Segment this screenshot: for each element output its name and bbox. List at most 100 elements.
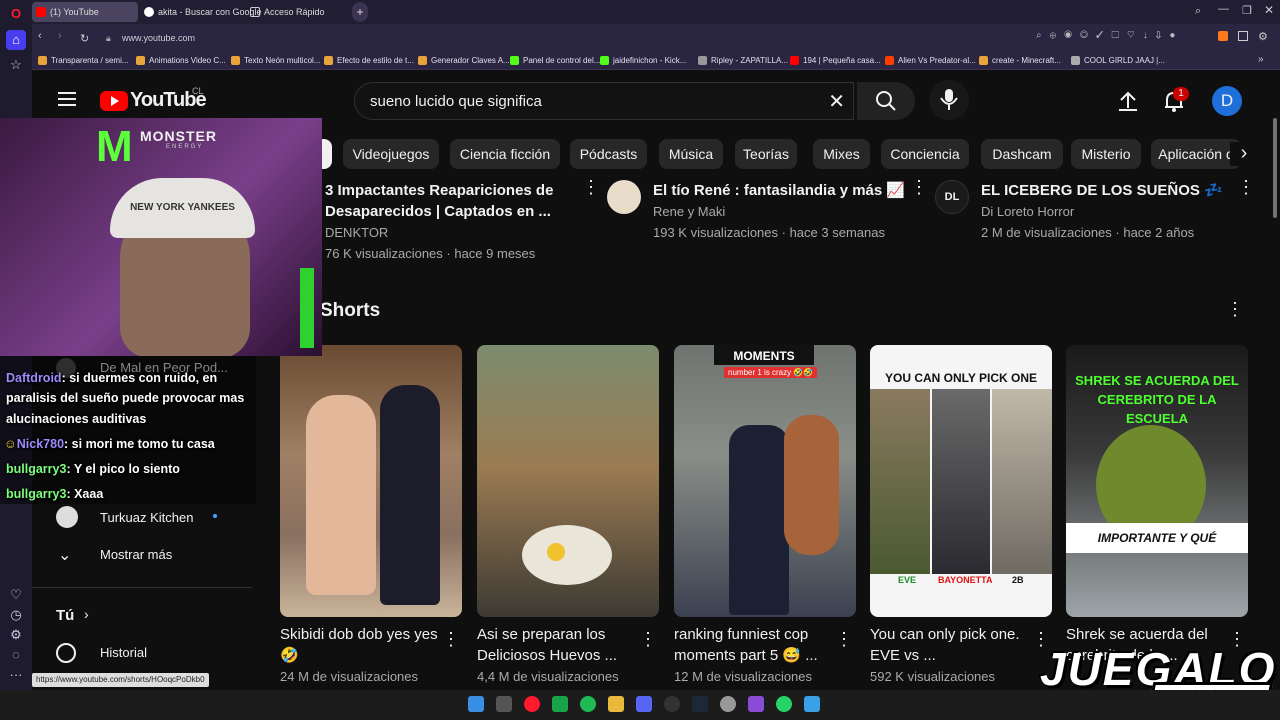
address-toolbar-icons[interactable]: ⌕⊕◉◎✓☐♡↓⇩● xyxy=(1036,30,1196,44)
whatsapp-icon[interactable] xyxy=(776,696,792,712)
short-thumbnail[interactable] xyxy=(477,345,659,617)
bookmark-item[interactable]: COOL GIRLD JAAJ |... xyxy=(1071,54,1165,67)
chip-6[interactable]: Mixes xyxy=(813,139,870,169)
bookmark-item[interactable]: Panel de control del... xyxy=(510,54,600,67)
settings-icon[interactable]: ⚙ xyxy=(6,625,26,645)
bookmark-item[interactable]: create - Minecraft... xyxy=(979,54,1061,67)
short-thumbnail[interactable] xyxy=(280,345,462,617)
video-more-icon[interactable]: ⋮ xyxy=(910,178,928,196)
account-avatar[interactable]: D xyxy=(1212,86,1242,116)
short-title[interactable]: Asi se preparan los Deliciosos Huevos ..… xyxy=(477,624,637,666)
bookmark-item[interactable]: Texto Neón multicol... xyxy=(231,54,320,67)
create-upload-icon[interactable] xyxy=(1116,89,1140,113)
sidebar-history[interactable]: Historial xyxy=(100,645,147,660)
chip-1[interactable]: Videojuegos xyxy=(343,139,439,169)
short-more-icon[interactable]: ⋮ xyxy=(1032,630,1050,648)
tab-youtube[interactable]: (1) YouTube xyxy=(32,2,138,22)
star-icon[interactable]: ☆ xyxy=(6,55,26,75)
notepad-icon[interactable] xyxy=(804,696,820,712)
bookmark-item[interactable]: jaidefinichon - Kick... xyxy=(600,54,686,67)
video-channel[interactable]: Rene y Maki xyxy=(653,201,913,222)
chip-10[interactable]: Aplicación d xyxy=(1151,139,1241,169)
chip-4[interactable]: Música xyxy=(659,139,723,169)
short-more-icon[interactable]: ⋮ xyxy=(639,630,657,648)
easy-setup-icon[interactable]: ⚙ xyxy=(1258,30,1268,43)
short-thumbnail[interactable]: YOU CAN ONLY PICK ONE EVE BAYONETTA 2B xyxy=(870,345,1052,617)
app-icon[interactable] xyxy=(720,696,736,712)
app-icon[interactable] xyxy=(748,696,764,712)
extension-icon[interactable] xyxy=(1218,31,1228,41)
spotify-icon[interactable] xyxy=(580,696,596,712)
url-field[interactable]: 🔒︎ www.youtube.com xyxy=(60,28,1020,48)
heart-icon[interactable]: ♡ xyxy=(6,585,26,605)
short-title[interactable]: ranking funniest cop moments part 5 😅 ..… xyxy=(674,624,834,666)
channel-avatar[interactable] xyxy=(56,506,78,528)
youtube-logo-icon[interactable] xyxy=(100,91,128,111)
new-tab-button[interactable]: + xyxy=(352,2,368,22)
video-more-icon[interactable]: ⋮ xyxy=(582,178,600,196)
short-title[interactable]: Skibidi dob dob yes yes🤣 xyxy=(280,624,440,666)
close-window-icon[interactable]: ✕ xyxy=(1264,3,1274,17)
video-title[interactable]: El tío René : fantasilandia y más 📈 xyxy=(653,180,913,201)
short-more-icon[interactable]: ⋮ xyxy=(442,630,460,648)
more-icon[interactable]: ··· xyxy=(6,665,26,685)
voice-search-button[interactable] xyxy=(929,80,969,120)
video-card-2[interactable]: El tío René : fantasilandia y más 📈 Rene… xyxy=(653,180,913,243)
bookmark-item[interactable]: Efecto de estilo de t... xyxy=(324,54,414,67)
back-icon[interactable]: ‹ xyxy=(38,30,42,42)
bookmark-item[interactable]: Ripley - ZAPATILLA... xyxy=(698,54,788,67)
show-more-button[interactable]: Mostrar más xyxy=(100,547,172,562)
chevron-right-icon[interactable]: › xyxy=(84,606,89,622)
you-section-title[interactable]: Tú xyxy=(56,607,74,624)
chip-7[interactable]: Conciencia xyxy=(881,139,969,169)
video-title[interactable]: 3 Impactantes Reapariciones de Desaparec… xyxy=(325,180,555,222)
page-scrollbar[interactable] xyxy=(1273,118,1277,218)
shorts-more-icon[interactable]: ⋮ xyxy=(1226,300,1244,318)
menu-icon[interactable] xyxy=(58,92,76,106)
bulb-icon[interactable]: ◌ xyxy=(6,645,26,665)
discord-icon[interactable] xyxy=(636,696,652,712)
snapshot-icon[interactable] xyxy=(1238,31,1248,41)
chip-3[interactable]: Pódcasts xyxy=(570,139,647,169)
steam-icon[interactable] xyxy=(692,696,708,712)
chip-5[interactable]: Teorías xyxy=(735,139,797,169)
short-thumbnail[interactable]: SHREK SE ACUERDA DEL CEREBRITO DE LA ESC… xyxy=(1066,345,1248,617)
xbox-icon[interactable] xyxy=(552,696,568,712)
bookmark-item[interactable]: Alien Vs Predator-al... xyxy=(885,54,976,67)
video-card-1[interactable]: 3 Impactantes Reapariciones de Desaparec… xyxy=(325,180,555,264)
obs-icon[interactable] xyxy=(664,696,680,712)
video-more-icon[interactable]: ⋮ xyxy=(1237,178,1255,196)
search-button[interactable] xyxy=(857,82,915,120)
bookmark-item[interactable]: Animations Video C... xyxy=(136,54,226,67)
channel-avatar[interactable] xyxy=(607,180,641,214)
clear-search-icon[interactable]: ✕ xyxy=(828,89,845,114)
opera-logo-icon[interactable]: O xyxy=(6,4,26,24)
chip-8[interactable]: Dashcam xyxy=(981,139,1063,169)
search-tabs-icon[interactable]: ⌕ xyxy=(1195,5,1201,18)
short-more-icon[interactable]: ⋮ xyxy=(835,630,853,648)
history-icon[interactable] xyxy=(56,643,76,663)
channel-avatar[interactable]: DL xyxy=(935,180,969,214)
chips-next-icon[interactable]: › xyxy=(1230,142,1258,166)
chip-9[interactable]: Misterio xyxy=(1071,139,1141,169)
minimize-icon[interactable]: — xyxy=(1218,3,1229,15)
bookmark-item[interactable]: Generador Claves A... xyxy=(418,54,510,67)
maximize-icon[interactable]: ❐ xyxy=(1242,4,1252,17)
opera-taskbar-icon[interactable] xyxy=(524,696,540,712)
bookmark-item[interactable]: 194 | Pequeña casa... xyxy=(790,54,881,67)
video-title[interactable]: EL ICEBERG DE LOS SUEÑOS 💤 xyxy=(981,180,1231,201)
video-channel[interactable]: Di Loreto Horror xyxy=(981,201,1231,222)
bookmark-item[interactable]: Transparenta / semi... xyxy=(38,54,129,67)
tab-quick-access[interactable]: Acceso Rápido xyxy=(246,2,346,22)
task-view-icon[interactable] xyxy=(496,696,512,712)
sidebar-sub-item[interactable]: Turkuaz Kitchen xyxy=(100,510,193,525)
chevron-down-icon[interactable]: ⌄ xyxy=(58,545,71,565)
history-icon[interactable]: ◷ xyxy=(6,605,26,625)
video-channel[interactable]: DENKTOR xyxy=(325,222,555,243)
home-icon[interactable]: ⌂ xyxy=(6,30,26,50)
folder-icon[interactable] xyxy=(608,696,624,712)
windows-start-icon[interactable] xyxy=(468,696,484,712)
bookmarks-overflow-icon[interactable]: » xyxy=(1258,54,1264,65)
short-title[interactable]: You can only pick one. EVE vs ... xyxy=(870,624,1030,666)
search-input[interactable]: sueno lucido que significa ✕ xyxy=(354,82,854,120)
